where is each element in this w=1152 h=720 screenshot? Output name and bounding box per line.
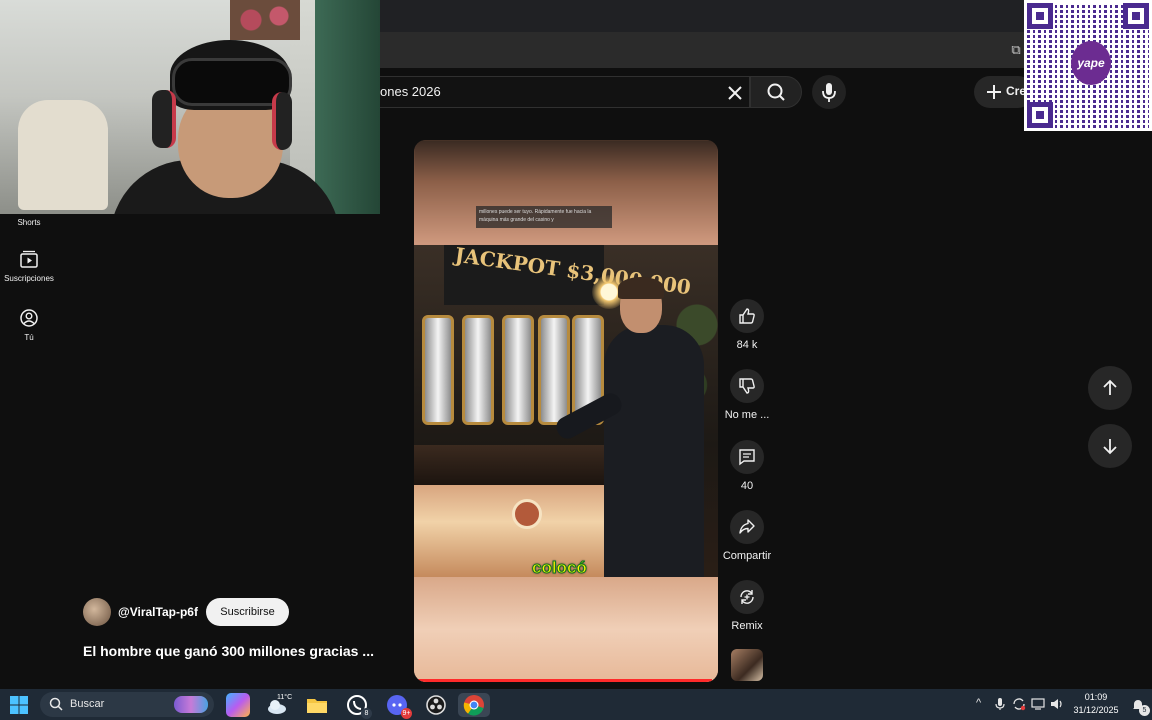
webcam-overlay [0, 0, 380, 214]
thumbs-down-icon [739, 378, 755, 394]
show-hidden-icons-chevron[interactable]: ^ [976, 697, 981, 709]
next-short-button[interactable] [1088, 424, 1132, 468]
user-profile-icon [20, 309, 38, 327]
dislike-button[interactable]: No me ... [722, 369, 772, 421]
video-subtitle: colocó [532, 558, 588, 578]
share-button[interactable]: Compartir [722, 510, 772, 562]
discord-icon[interactable]: 9+ [385, 693, 412, 719]
sidebar-item-label: Tú [24, 333, 34, 342]
whatsapp-icon[interactable]: 8 [345, 693, 372, 719]
arrow-up-icon [1103, 379, 1117, 395]
youtube-shorts-page: ⧉ ones 2026 Cre Shorts Suscripciones Tú … [0, 0, 1152, 720]
sidebar-item-subscriptions[interactable]: Suscripciones [0, 249, 58, 283]
video-frame: JACKPOT $3,000,000 [414, 245, 718, 577]
sidebar-item-label: Suscripciones [4, 274, 54, 283]
comment-icon [739, 449, 755, 466]
voice-search-button[interactable] [812, 75, 846, 109]
audio-source-thumbnail[interactable] [731, 649, 763, 681]
comments-count: 40 [740, 480, 754, 492]
taskbar-search-label: Buscar [70, 698, 105, 710]
windows-taskbar: Buscar 11°C 8 9+ ^ 01:09 31/12/2025 5 [0, 689, 1152, 720]
sidebar-item-label: Shorts [17, 218, 41, 227]
donation-qr-code: yape [1024, 0, 1152, 131]
short-video-player[interactable]: millones puede ser tuyo. Rápidamente fue… [414, 140, 718, 682]
remix-label: Remix [731, 620, 763, 632]
remix-icon [740, 590, 754, 604]
copilot-app-icon[interactable] [226, 693, 250, 717]
file-explorer-icon[interactable] [305, 693, 329, 717]
search-icon [49, 697, 63, 711]
notification-center-button[interactable]: 5 [1130, 697, 1150, 716]
search-icon [767, 83, 785, 101]
sync-icon[interactable] [1012, 697, 1026, 711]
video-caption-box: millones puede ser tuyo. Rápidamente fue… [476, 206, 612, 228]
share-label: Compartir [722, 550, 772, 562]
whatsapp-badge: 8 [361, 708, 372, 719]
cast-icon[interactable]: ⧉ [1008, 42, 1024, 58]
create-label: Cre [1006, 84, 1027, 98]
previous-short-button[interactable] [1088, 366, 1132, 410]
obs-studio-icon[interactable] [424, 693, 448, 717]
discord-badge: 9+ [401, 708, 412, 719]
system-clock[interactable]: 01:09 31/12/2025 [1068, 691, 1124, 717]
taskbar-search-box[interactable]: Buscar [40, 692, 214, 717]
dislike-label: No me ... [724, 409, 770, 421]
volume-icon[interactable] [1050, 697, 1064, 711]
search-highlight-image [174, 696, 208, 713]
windows-start-icon[interactable] [10, 696, 28, 714]
sidebar-item-shorts[interactable]: Shorts [0, 213, 58, 227]
remix-button[interactable]: Remix [722, 580, 772, 632]
notification-count: 5 [1139, 705, 1150, 716]
clock-date: 31/12/2025 [1073, 705, 1119, 715]
subscriptions-icon [20, 250, 38, 268]
search-button[interactable] [750, 76, 802, 108]
channel-handle[interactable]: @ViralTap-p6f [118, 605, 198, 619]
comments-button[interactable]: 40 [722, 440, 772, 492]
video-blurred-bottom [414, 577, 718, 682]
microphone-icon [822, 83, 836, 102]
search-input[interactable]: ones 2026 [380, 76, 750, 108]
search-query-text: ones 2026 [380, 84, 441, 99]
weather-temperature: 11°C [277, 694, 293, 701]
like-button[interactable]: 84 k [722, 299, 772, 351]
sidebar-item-you[interactable]: Tú [0, 308, 58, 342]
arrow-down-icon [1103, 439, 1117, 455]
channel-avatar[interactable] [83, 598, 111, 626]
video-progress-bar[interactable] [414, 679, 712, 682]
clock-time: 01:09 [1084, 692, 1108, 702]
chrome-icon[interactable] [458, 693, 490, 717]
network-icon[interactable] [1031, 697, 1045, 711]
thumbs-up-icon [739, 308, 755, 324]
subscribe-button[interactable]: Suscribirse [206, 598, 289, 626]
share-icon [739, 519, 755, 534]
clear-search-icon[interactable] [723, 81, 747, 105]
like-count: 84 k [736, 339, 758, 351]
weather-widget-icon[interactable]: 11°C [265, 693, 293, 717]
video-blurred-top [414, 140, 718, 245]
microphone-icon[interactable] [994, 697, 1006, 711]
qr-logo: yape [1071, 41, 1111, 85]
video-title[interactable]: El hombre que ganó 300 millones gracias … [83, 643, 374, 659]
